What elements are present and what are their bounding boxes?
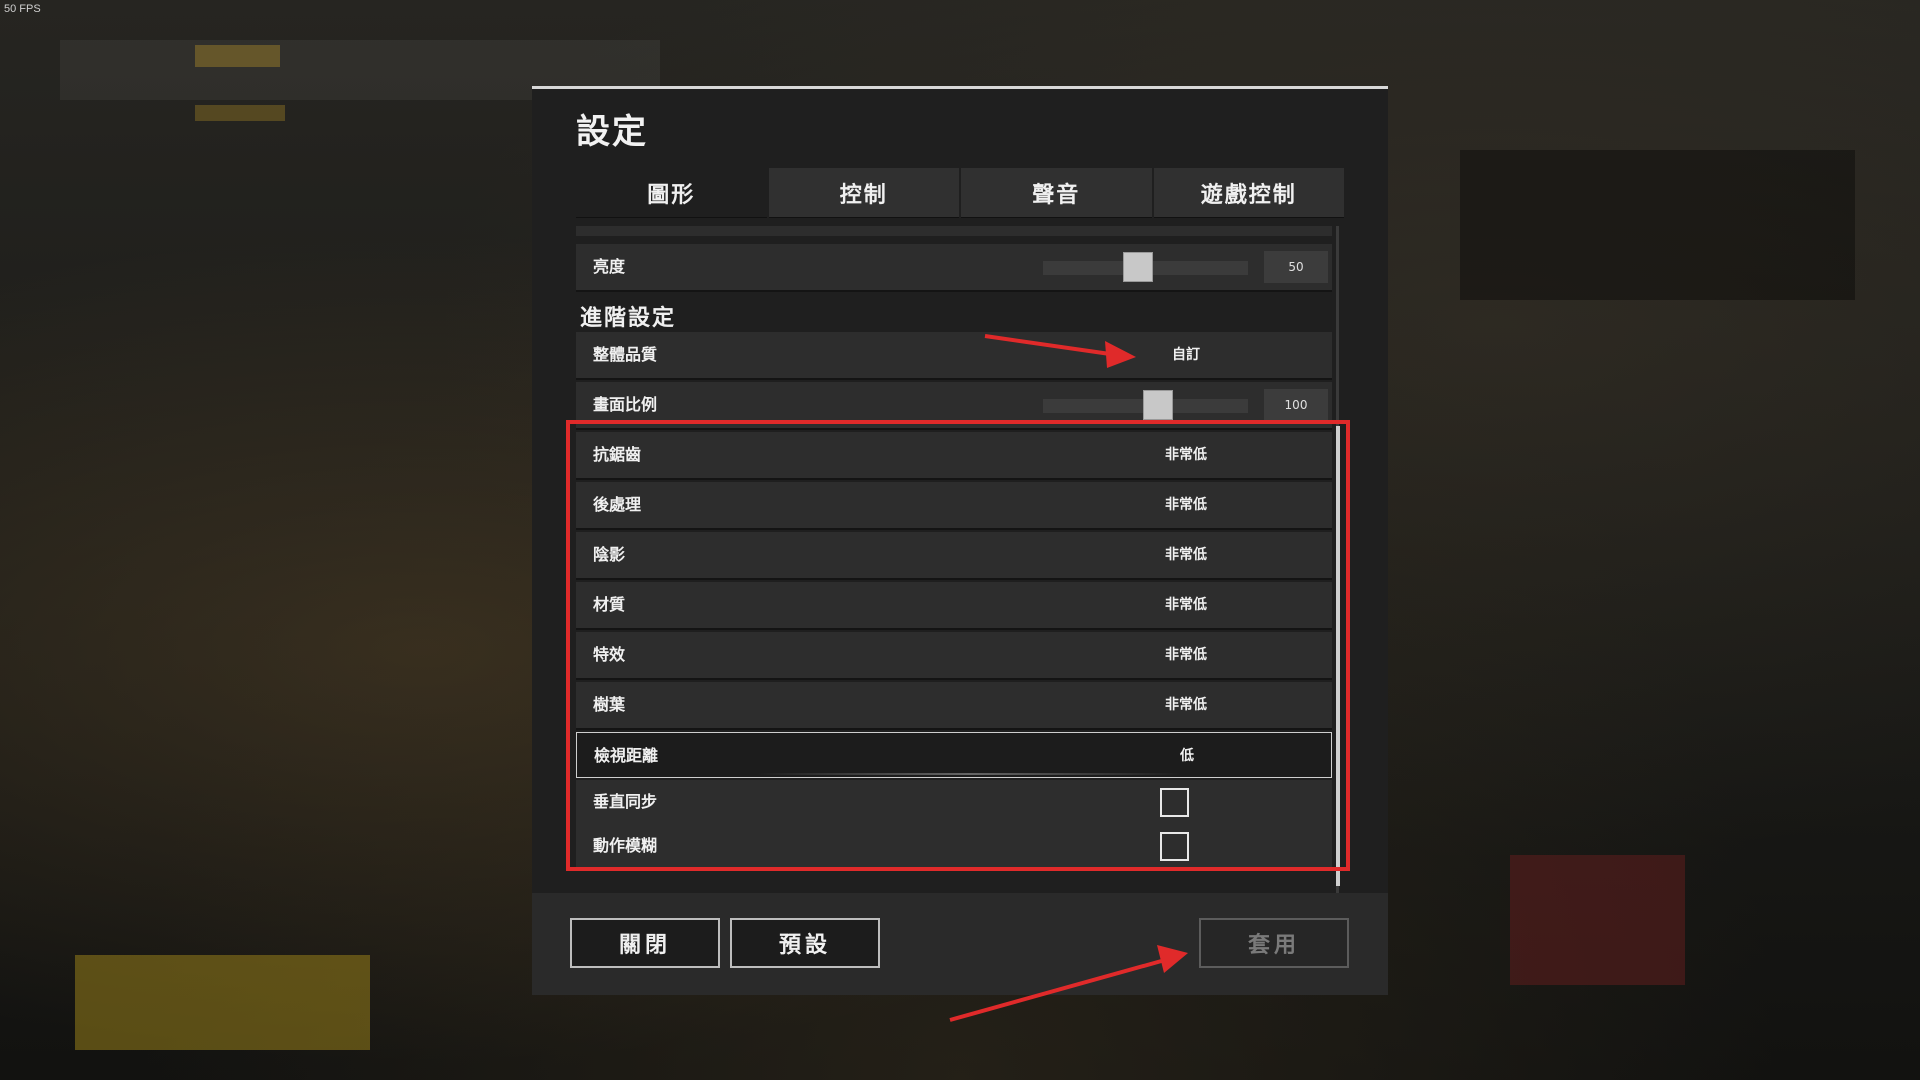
arrow-to-apply-button <box>949 945 1188 1022</box>
annotation-arrows <box>949 334 1188 1022</box>
arrow-to-overall-quality <box>984 334 1136 368</box>
